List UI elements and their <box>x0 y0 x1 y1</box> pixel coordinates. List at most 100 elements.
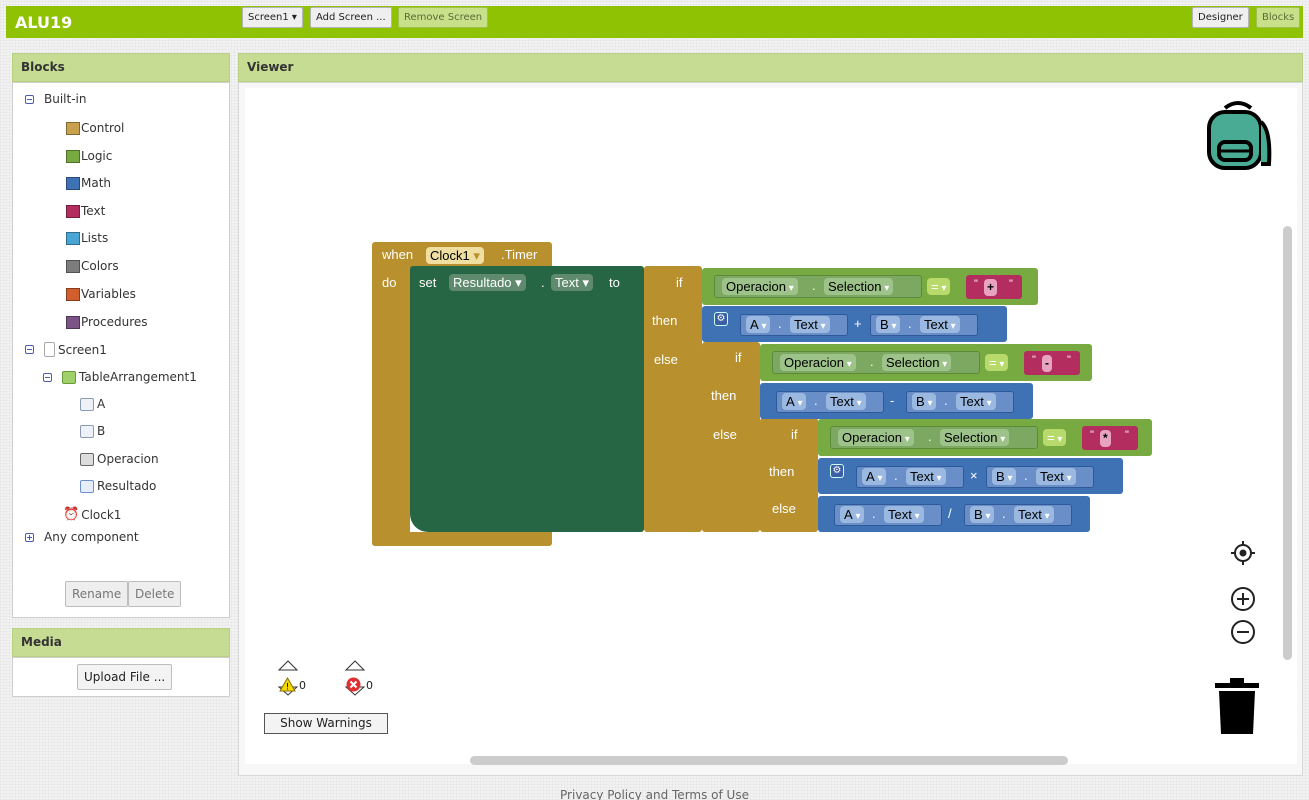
recenter-icon[interactable] <box>1230 540 1256 566</box>
text-dropdown[interactable]: Text ▾ <box>1036 468 1076 485</box>
tree-clock1[interactable]: ⏰ Clock1 <box>63 507 121 522</box>
collapse-icon[interactable] <box>43 372 52 382</box>
builtin-lists[interactable]: Lists <box>66 231 108 245</box>
dot-label: . <box>908 316 912 331</box>
operacion-dropdown[interactable]: Operacion ▾ <box>838 429 914 446</box>
equals-dropdown[interactable]: = ▾ <box>927 278 951 295</box>
media-panel-title: Media <box>12 628 230 657</box>
zoom-in-icon[interactable] <box>1230 586 1256 612</box>
builtin-variables[interactable]: Variables <box>66 287 136 301</box>
builtin-colors[interactable]: Colors <box>66 259 119 273</box>
tree-table-arrangement[interactable]: TableArrangement1 <box>43 370 197 384</box>
warning-prev-icon[interactable] <box>278 660 298 671</box>
operacion-dropdown[interactable]: Operacion ▾ <box>780 354 856 371</box>
text-string-value[interactable]: - <box>1042 355 1052 372</box>
selection-dropdown[interactable]: Selection ▾ <box>882 354 952 371</box>
b-dropdown[interactable]: B ▾ <box>992 468 1017 485</box>
tree-screen1[interactable]: Screen1 <box>25 342 107 357</box>
horizontal-scrollbar[interactable] <box>470 756 1068 765</box>
dot-label: . <box>894 468 898 483</box>
zoom-out-icon[interactable] <box>1230 619 1256 645</box>
selection-dropdown[interactable]: Selection ▾ <box>824 278 894 295</box>
collapse-icon[interactable] <box>25 345 34 354</box>
trash-icon[interactable] <box>1215 678 1259 734</box>
component-a[interactable]: A <box>80 397 105 411</box>
selection-dropdown[interactable]: Selection ▾ <box>940 429 1010 446</box>
a-dropdown[interactable]: A ▾ <box>782 393 807 410</box>
category-color-swatch <box>66 204 80 218</box>
mutator-gear-icon[interactable]: ⚙ <box>714 312 728 326</box>
component-resultado[interactable]: Resultado <box>80 479 156 493</box>
text-dropdown[interactable]: Text ▾ <box>956 393 996 410</box>
builtin-label: Lists <box>81 231 109 245</box>
upload-file-button[interactable]: Upload File ... <box>77 664 173 690</box>
component-b[interactable]: B <box>80 424 105 438</box>
text-dropdown[interactable]: Text ▾ <box>906 468 946 485</box>
collapse-icon[interactable] <box>25 94 34 104</box>
set-block[interactable] <box>410 266 644 532</box>
remove-screen-button[interactable]: Remove Screen <box>398 7 489 28</box>
tree-builtin[interactable]: Built-in <box>25 92 86 106</box>
timer-label: .Timer <box>501 247 538 262</box>
textbox-icon <box>80 424 94 438</box>
text-dropdown[interactable]: Text ▾ <box>826 393 866 410</box>
text-dropdown[interactable]: Text ▾ <box>884 506 924 523</box>
math-operator: + <box>854 316 862 331</box>
expand-icon[interactable] <box>25 532 34 542</box>
operacion-dropdown[interactable]: Operacion ▾ <box>722 278 798 295</box>
text-dropdown[interactable]: Text ▾ <box>920 316 960 333</box>
component-label: Resultado <box>97 479 157 493</box>
builtin-procedures[interactable]: Procedures <box>66 315 148 329</box>
add-screen-button[interactable]: Add Screen ... <box>310 7 392 28</box>
builtin-math[interactable]: Math <box>66 176 111 190</box>
text-string-value[interactable]: * <box>1100 430 1111 447</box>
resultado-dropdown[interactable]: Resultado ▾ <box>449 274 526 291</box>
screen-select[interactable]: Screen1 ▾ <box>242 7 303 28</box>
backpack-icon[interactable] <box>1203 100 1273 172</box>
text-dropdown[interactable]: Text ▾ <box>1014 506 1054 523</box>
component-operacion[interactable]: Operacion <box>80 452 159 466</box>
vertical-scrollbar[interactable] <box>1283 226 1292 660</box>
mutator-gear-icon[interactable]: ⚙ <box>830 464 844 478</box>
a-dropdown[interactable]: A ▾ <box>840 506 865 523</box>
when-label: when <box>382 247 414 262</box>
math-operator: - <box>890 393 895 408</box>
clock1-label: Clock1 <box>81 507 122 522</box>
builtin-label: Colors <box>81 259 119 273</box>
equals-dropdown[interactable]: = ▾ <box>1043 429 1067 446</box>
a-dropdown[interactable]: A ▾ <box>746 316 771 333</box>
builtin-text[interactable]: Text <box>66 204 105 218</box>
builtin-label: Variables <box>81 287 136 301</box>
text-property-dropdown[interactable]: Text ▾ <box>551 274 593 291</box>
quote-mark: " <box>1090 429 1094 441</box>
dot-label: . <box>812 278 816 293</box>
blocks-workspace[interactable]: ! 0 0 Show Warnings when Clock1 ▾ .Timer… <box>245 88 1297 765</box>
a-dropdown[interactable]: A ▾ <box>862 468 887 485</box>
error-prev-icon[interactable] <box>345 660 365 671</box>
else-label: else <box>654 352 678 367</box>
delete-button[interactable]: Delete <box>128 581 182 607</box>
dot-label: . <box>944 393 948 408</box>
blocks-button[interactable]: Blocks <box>1256 7 1301 28</box>
b-dropdown[interactable]: B ▾ <box>912 393 937 410</box>
b-dropdown[interactable]: B ▾ <box>970 506 995 523</box>
clock1-dropdown[interactable]: Clock1 ▾ <box>426 247 484 264</box>
equals-dropdown[interactable]: = ▾ <box>985 354 1009 371</box>
label-icon <box>80 479 94 493</box>
text-dropdown[interactable]: Text ▾ <box>790 316 830 333</box>
textbox-icon <box>80 397 94 411</box>
builtin-control[interactable]: Control <box>66 121 124 135</box>
text-string-value[interactable]: + <box>984 279 998 296</box>
show-warnings-button[interactable]: Show Warnings <box>264 713 388 734</box>
builtin-logic[interactable]: Logic <box>66 149 112 163</box>
builtin-label: Text <box>81 204 106 218</box>
rename-button[interactable]: Rename <box>65 581 129 607</box>
designer-button[interactable]: Designer <box>1192 7 1249 28</box>
component-label: A <box>97 397 106 411</box>
tree-any-component[interactable]: Any component <box>25 530 139 544</box>
if-block-1[interactable] <box>644 266 702 532</box>
builtin-label: Built-in <box>44 92 87 106</box>
b-dropdown[interactable]: B ▾ <box>876 316 901 333</box>
footer-link[interactable]: Privacy Policy and Terms of Use <box>0 788 1309 800</box>
quote-mark: " <box>1009 278 1013 290</box>
